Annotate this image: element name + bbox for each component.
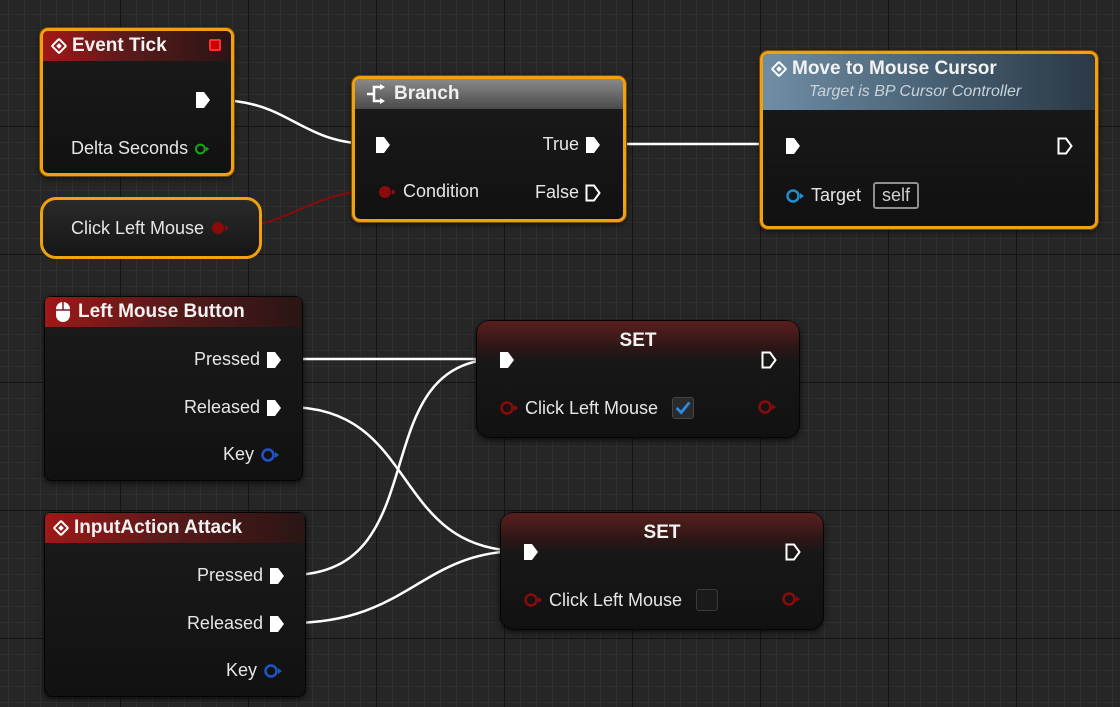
key-out-pin[interactable] [263,663,285,679]
left-mouse-button-title: Left Mouse Button [78,301,245,322]
exec-released-out-pin[interactable] [266,399,282,417]
bool-out-pin[interactable] [210,220,230,236]
branch-title: Branch [394,83,460,104]
target-input[interactable]: self [873,182,920,209]
key-label: Key [222,444,254,464]
bool-in-pin[interactable] [499,400,519,416]
click-left-mouse-variable-label: Click Left Mouse [71,217,205,238]
click-left-mouse-checkbox-unchecked[interactable] [696,589,719,611]
input-action-attack-title: InputAction Attack [74,517,243,538]
branch-icon [367,84,385,104]
bool-in-pin[interactable] [523,592,543,608]
exec-false-out-pin[interactable] [585,184,601,202]
exec-out-pin[interactable] [761,351,777,369]
mouse-icon [56,302,70,322]
target-label: Target [811,185,862,205]
function-diamond-icon [770,60,788,78]
exec-wire-attack-released-to-set-false [289,549,523,625]
set-click-left-mouse-false-node[interactable]: SET Click Left Mouse [500,512,824,630]
event-tick-header[interactable]: Event Tick [43,31,231,61]
click-left-mouse-checkbox-checked[interactable] [672,397,695,419]
key-out-pin[interactable] [260,447,282,463]
released-label: Released [186,613,263,633]
click-left-mouse-variable-node[interactable]: Click Left Mouse [40,197,262,259]
set-true-variable-label: Click Left Mouse [525,397,659,418]
bool-out-pin[interactable] [781,591,801,607]
exec-in-pin[interactable] [375,136,391,154]
float-out-pin[interactable] [194,141,210,157]
exec-out-pin[interactable] [785,543,801,561]
input-action-attack-header[interactable]: InputAction Attack [45,513,305,543]
exec-wire-tick-to-branch [215,98,373,146]
move-to-mouse-cursor-title: Move to Mouse Cursor [792,58,997,79]
condition-label: Condition [403,181,480,201]
exec-in-pin[interactable] [499,351,515,369]
set-click-left-mouse-true-node[interactable]: SET Click Left Mouse [476,320,800,438]
event-tick-title: Event Tick [72,35,167,56]
move-to-mouse-cursor-subtitle: Target is BP Cursor Controller [809,83,1022,100]
released-label: Released [183,397,260,417]
exec-out-pin[interactable] [1057,137,1073,155]
set-true-title: SET [619,330,657,351]
event-diamond-icon [50,37,68,55]
set-true-header[interactable]: SET [477,321,799,361]
left-mouse-button-header[interactable]: Left Mouse Button [45,297,302,327]
bool-out-pin[interactable] [757,399,777,415]
branch-node[interactable]: Branch True Condition False [352,76,626,222]
exec-out-pin[interactable] [195,91,211,109]
set-false-variable-label: Click Left Mouse [549,589,683,610]
key-label: Key [225,660,257,680]
exec-in-pin[interactable] [785,137,801,155]
event-tick-node[interactable]: Event Tick Delta Seconds [40,28,234,176]
checkmark-icon [675,401,691,415]
pressed-label: Pressed [196,565,263,585]
exec-true-out-pin[interactable] [585,136,601,154]
pressed-label: Pressed [193,349,260,369]
move-to-mouse-cursor-header[interactable]: Move to Mouse Cursor Target is BP Cursor… [763,54,1095,110]
exec-pressed-out-pin[interactable] [269,567,285,585]
move-to-mouse-cursor-node[interactable]: Move to Mouse Cursor Target is BP Cursor… [760,51,1098,229]
bool-in-pin[interactable] [377,184,397,200]
branch-header[interactable]: Branch [355,79,623,109]
set-false-title: SET [643,522,681,543]
set-false-header[interactable]: SET [501,513,823,553]
object-in-pin[interactable] [785,188,805,204]
exec-released-out-pin[interactable] [269,615,285,633]
red-square-icon [209,39,221,51]
exec-in-pin[interactable] [523,543,539,561]
delta-seconds-label: Delta Seconds [71,138,189,158]
exec-pressed-out-pin[interactable] [266,351,282,369]
false-label: False [534,182,579,202]
true-label: True [542,134,579,154]
event-diamond-icon [52,519,70,537]
input-action-attack-node[interactable]: InputAction Attack Pressed Released Key [44,512,306,697]
left-mouse-button-node[interactable]: Left Mouse Button Pressed Released Key [44,296,303,481]
